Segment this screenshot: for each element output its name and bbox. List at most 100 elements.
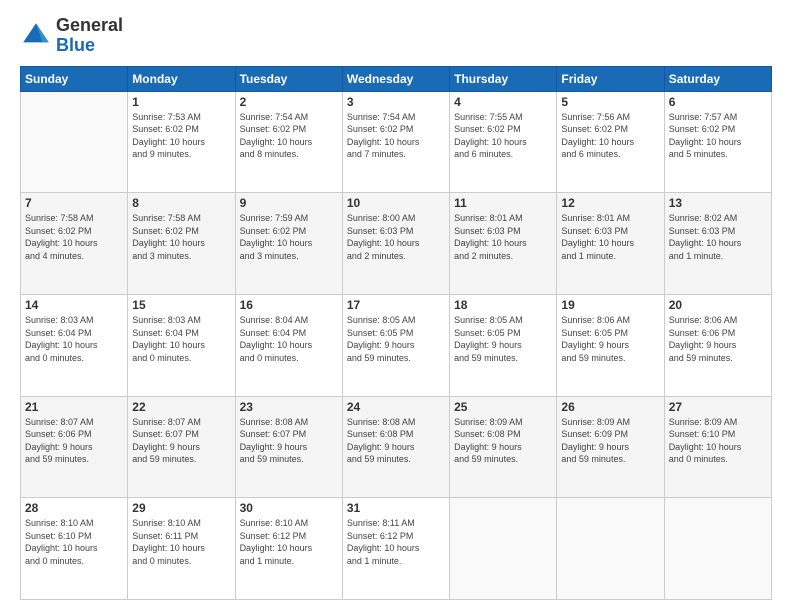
calendar-cell: 21 Sunrise: 8:07 AM Sunset: 6:06 PM Dayli… — [21, 396, 128, 498]
day-number: 3 — [347, 95, 445, 109]
calendar-cell: 5 Sunrise: 7:56 AM Sunset: 6:02 PM Daylig… — [557, 91, 664, 193]
day-number: 26 — [561, 400, 659, 414]
day-number: 4 — [454, 95, 552, 109]
weekday-header-sunday: Sunday — [21, 66, 128, 91]
cell-info: Sunrise: 7:57 AM Sunset: 6:02 PM Dayligh… — [669, 111, 767, 161]
cell-info: Sunrise: 7:54 AM Sunset: 6:02 PM Dayligh… — [240, 111, 338, 161]
day-number: 6 — [669, 95, 767, 109]
cell-info: Sunrise: 8:08 AM Sunset: 6:08 PM Dayligh… — [347, 416, 445, 466]
calendar-cell — [557, 498, 664, 600]
calendar-cell: 12Sunrise: 8:01 AM Sunset: 6:03 PM Dayli… — [557, 193, 664, 295]
calendar-table: SundayMondayTuesdayWednesdayThursdayFrid… — [20, 66, 772, 600]
cell-info: Sunrise: 8:02 AM Sunset: 6:03 PM Dayligh… — [669, 212, 767, 262]
weekday-header-wednesday: Wednesday — [342, 66, 449, 91]
day-number: 30 — [240, 501, 338, 515]
calendar-cell: 22 Sunrise: 8:07 AM Sunset: 6:07 PM Dayli… — [128, 396, 235, 498]
calendar-cell: 26Sunrise: 8:09 AM Sunset: 6:09 PM Dayli… — [557, 396, 664, 498]
day-number: 27 — [669, 400, 767, 414]
day-number: 29 — [132, 501, 230, 515]
cell-info: Sunrise: 8:00 AM Sunset: 6:03 PM Dayligh… — [347, 212, 445, 262]
calendar-cell — [664, 498, 771, 600]
cell-info: Sunrise: 8:01 AM Sunset: 6:03 PM Dayligh… — [454, 212, 552, 262]
calendar-cell: 9 Sunrise: 7:59 AM Sunset: 6:02 PM Daylig… — [235, 193, 342, 295]
header: General Blue — [20, 16, 772, 56]
calendar-cell: 15Sunrise: 8:03 AM Sunset: 6:04 PM Dayli… — [128, 294, 235, 396]
day-number: 21 — [25, 400, 123, 414]
cell-info: Sunrise: 7:55 AM Sunset: 6:02 PM Dayligh… — [454, 111, 552, 161]
calendar-cell: 24 Sunrise: 8:08 AM Sunset: 6:08 PM Dayli… — [342, 396, 449, 498]
calendar-cell: 13 Sunrise: 8:02 AM Sunset: 6:03 PM Dayli… — [664, 193, 771, 295]
cell-info: Sunrise: 8:10 AM Sunset: 6:10 PM Dayligh… — [25, 517, 123, 567]
day-number: 25 — [454, 400, 552, 414]
calendar-cell: 20Sunrise: 8:06 AM Sunset: 6:06 PM Dayli… — [664, 294, 771, 396]
cell-info: Sunrise: 8:05 AM Sunset: 6:05 PM Dayligh… — [347, 314, 445, 364]
weekday-header-thursday: Thursday — [450, 66, 557, 91]
cell-info: Sunrise: 7:53 AM Sunset: 6:02 PM Dayligh… — [132, 111, 230, 161]
weekday-header-saturday: Saturday — [664, 66, 771, 91]
calendar-row-0: 1 Sunrise: 7:53 AM Sunset: 6:02 PM Daylig… — [21, 91, 772, 193]
calendar-row-4: 28 Sunrise: 8:10 AM Sunset: 6:10 PM Dayli… — [21, 498, 772, 600]
day-number: 9 — [240, 196, 338, 210]
calendar-cell: 31 Sunrise: 8:11 AM Sunset: 6:12 PM Dayli… — [342, 498, 449, 600]
cell-info: Sunrise: 7:56 AM Sunset: 6:02 PM Dayligh… — [561, 111, 659, 161]
calendar-header-row: SundayMondayTuesdayWednesdayThursdayFrid… — [21, 66, 772, 91]
cell-info: Sunrise: 8:07 AM Sunset: 6:07 PM Dayligh… — [132, 416, 230, 466]
calendar-cell: 25 Sunrise: 8:09 AM Sunset: 6:08 PM Dayli… — [450, 396, 557, 498]
calendar-cell: 8 Sunrise: 7:58 AM Sunset: 6:02 PM Daylig… — [128, 193, 235, 295]
day-number: 5 — [561, 95, 659, 109]
calendar-cell: 17Sunrise: 8:05 AM Sunset: 6:05 PM Dayli… — [342, 294, 449, 396]
calendar-cell: 28 Sunrise: 8:10 AM Sunset: 6:10 PM Dayli… — [21, 498, 128, 600]
cell-info: Sunrise: 8:01 AM Sunset: 6:03 PM Dayligh… — [561, 212, 659, 262]
day-number: 11 — [454, 196, 552, 210]
calendar-cell: 1 Sunrise: 7:53 AM Sunset: 6:02 PM Daylig… — [128, 91, 235, 193]
logo: General Blue — [20, 16, 123, 56]
cell-info: Sunrise: 8:09 AM Sunset: 6:08 PM Dayligh… — [454, 416, 552, 466]
day-number: 13 — [669, 196, 767, 210]
calendar-cell: 27 Sunrise: 8:09 AM Sunset: 6:10 PM Dayli… — [664, 396, 771, 498]
day-number: 20 — [669, 298, 767, 312]
weekday-header-tuesday: Tuesday — [235, 66, 342, 91]
cell-info: Sunrise: 7:59 AM Sunset: 6:02 PM Dayligh… — [240, 212, 338, 262]
calendar-cell: 6 Sunrise: 7:57 AM Sunset: 6:02 PM Daylig… — [664, 91, 771, 193]
weekday-header-monday: Monday — [128, 66, 235, 91]
day-number: 16 — [240, 298, 338, 312]
calendar-cell: 19 Sunrise: 8:06 AM Sunset: 6:05 PM Dayli… — [557, 294, 664, 396]
calendar-row-3: 21 Sunrise: 8:07 AM Sunset: 6:06 PM Dayli… — [21, 396, 772, 498]
day-number: 28 — [25, 501, 123, 515]
calendar-cell — [450, 498, 557, 600]
calendar-cell: 30 Sunrise: 8:10 AM Sunset: 6:12 PM Dayli… — [235, 498, 342, 600]
day-number: 31 — [347, 501, 445, 515]
cell-info: Sunrise: 8:10 AM Sunset: 6:11 PM Dayligh… — [132, 517, 230, 567]
day-number: 24 — [347, 400, 445, 414]
day-number: 10 — [347, 196, 445, 210]
calendar-cell: 4 Sunrise: 7:55 AM Sunset: 6:02 PM Daylig… — [450, 91, 557, 193]
cell-info: Sunrise: 8:03 AM Sunset: 6:04 PM Dayligh… — [25, 314, 123, 364]
calendar-cell: 2 Sunrise: 7:54 AM Sunset: 6:02 PM Daylig… — [235, 91, 342, 193]
cell-info: Sunrise: 8:04 AM Sunset: 6:04 PM Dayligh… — [240, 314, 338, 364]
page: General Blue SundayMondayTuesdayWednesda… — [0, 0, 792, 612]
calendar-cell: 3 Sunrise: 7:54 AM Sunset: 6:02 PM Daylig… — [342, 91, 449, 193]
calendar-cell: 11 Sunrise: 8:01 AM Sunset: 6:03 PM Dayli… — [450, 193, 557, 295]
cell-info: Sunrise: 7:58 AM Sunset: 6:02 PM Dayligh… — [132, 212, 230, 262]
day-number: 19 — [561, 298, 659, 312]
cell-info: Sunrise: 8:10 AM Sunset: 6:12 PM Dayligh… — [240, 517, 338, 567]
calendar-row-2: 14Sunrise: 8:03 AM Sunset: 6:04 PM Dayli… — [21, 294, 772, 396]
logo-text: General Blue — [56, 16, 123, 56]
cell-info: Sunrise: 8:11 AM Sunset: 6:12 PM Dayligh… — [347, 517, 445, 567]
day-number: 2 — [240, 95, 338, 109]
day-number: 8 — [132, 196, 230, 210]
calendar-cell: 18Sunrise: 8:05 AM Sunset: 6:05 PM Dayli… — [450, 294, 557, 396]
day-number: 1 — [132, 95, 230, 109]
day-number: 23 — [240, 400, 338, 414]
weekday-header-friday: Friday — [557, 66, 664, 91]
day-number: 18 — [454, 298, 552, 312]
logo-icon — [20, 20, 52, 52]
cell-info: Sunrise: 7:54 AM Sunset: 6:02 PM Dayligh… — [347, 111, 445, 161]
cell-info: Sunrise: 8:06 AM Sunset: 6:05 PM Dayligh… — [561, 314, 659, 364]
calendar-row-1: 7Sunrise: 7:58 AM Sunset: 6:02 PM Daylig… — [21, 193, 772, 295]
cell-info: Sunrise: 8:09 AM Sunset: 6:10 PM Dayligh… — [669, 416, 767, 466]
day-number: 22 — [132, 400, 230, 414]
calendar-cell: 23Sunrise: 8:08 AM Sunset: 6:07 PM Dayli… — [235, 396, 342, 498]
cell-info: Sunrise: 8:07 AM Sunset: 6:06 PM Dayligh… — [25, 416, 123, 466]
calendar-cell: 14Sunrise: 8:03 AM Sunset: 6:04 PM Dayli… — [21, 294, 128, 396]
